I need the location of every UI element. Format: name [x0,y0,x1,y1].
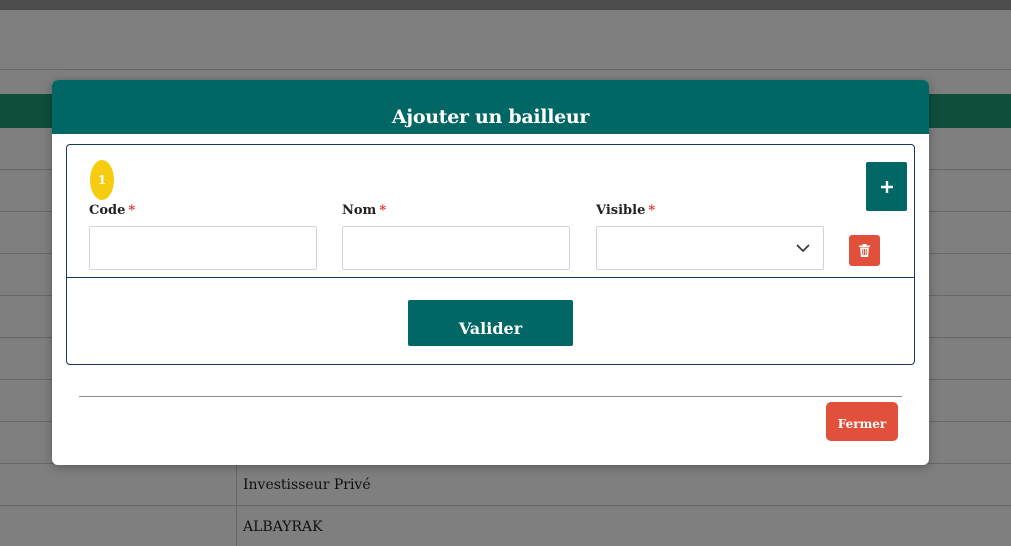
close-button[interactable]: Fermer [826,402,898,441]
visible-label: Visible * [596,203,656,218]
modal-header: Ajouter un bailleur [52,80,929,134]
footer-divider [79,396,902,397]
chevron-down-icon [796,244,810,253]
delete-row-button[interactable] [849,235,880,266]
visible-select[interactable] [596,226,824,270]
modal-title: Ajouter un bailleur [391,106,590,128]
required-mark: * [128,203,136,218]
plus-icon [880,180,893,193]
validate-button[interactable]: Valider [408,300,573,346]
bailleur-form-card: 1 Code * Nom * Visible * Valider [66,144,915,365]
required-mark: * [648,203,656,218]
add-row-button[interactable] [866,162,907,211]
code-label: Code * [89,203,136,218]
code-input[interactable] [89,226,317,270]
form-divider [67,277,914,278]
nom-field-group: Nom * [342,203,570,270]
required-mark: * [379,203,387,218]
nom-input[interactable] [342,226,570,270]
trash-icon [859,244,870,257]
nom-label: Nom * [342,203,387,218]
code-field-group: Code * [89,203,317,270]
visible-field-group: Visible * [596,203,824,270]
add-bailleur-modal: Ajouter un bailleur 1 Code * Nom * Visible… [52,80,929,465]
row-index-badge: 1 [90,160,114,200]
